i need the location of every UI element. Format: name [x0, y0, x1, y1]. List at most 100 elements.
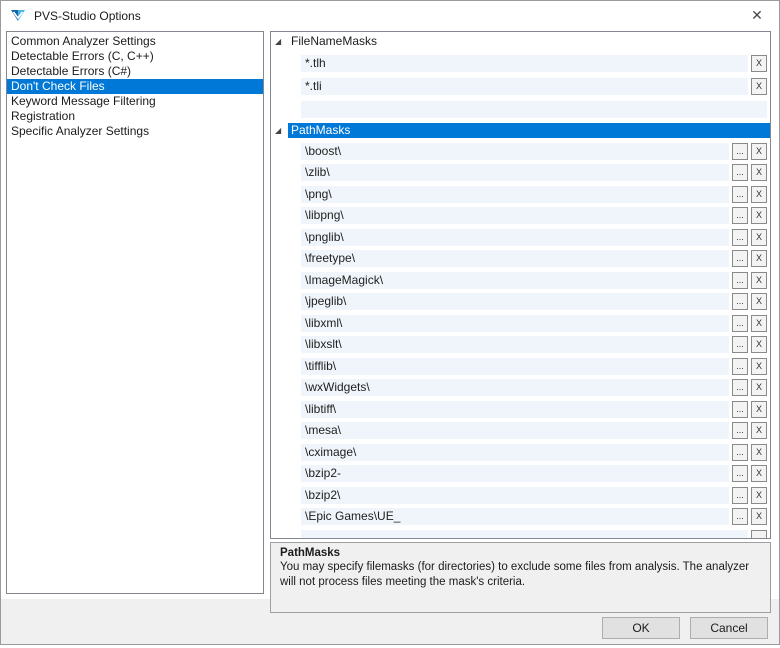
browse-button[interactable]: ...	[732, 358, 748, 375]
remove-mask-button[interactable]: X	[751, 186, 767, 203]
mask-value-field[interactable]	[301, 530, 748, 540]
cancel-button[interactable]: Cancel	[690, 617, 768, 639]
browse-button[interactable]: ...	[732, 315, 748, 332]
sidebar-item[interactable]: Detectable Errors (C#)	[7, 64, 263, 79]
mask-value-field[interactable]: \png\	[301, 186, 729, 203]
browse-button[interactable]: ...	[732, 143, 748, 160]
remove-mask-button[interactable]: X	[751, 358, 767, 375]
browse-button[interactable]: ...	[732, 272, 748, 289]
mask-value-field[interactable]: \bzip2\	[301, 487, 729, 504]
mask-value-field[interactable]: \Epic Games\UE_	[301, 508, 729, 525]
remove-mask-button[interactable]: X	[751, 78, 767, 95]
mask-value-field[interactable]: \ImageMagick\	[301, 272, 729, 289]
collapse-triangle-icon[interactable]: ◢	[273, 123, 288, 138]
mask-value-field[interactable]: \bzip2-	[301, 465, 729, 482]
description-body: You may specify filemasks (for directori…	[280, 560, 761, 590]
remove-mask-button[interactable]: X	[751, 422, 767, 439]
mask-row: \libxslt\...X	[301, 336, 767, 353]
remove-mask-button[interactable]: X	[751, 487, 767, 504]
window-title: PVS-Studio Options	[34, 9, 141, 23]
mask-row: \cximage\...X	[301, 444, 767, 461]
browse-button[interactable]: ...	[732, 186, 748, 203]
group-label: PathMasks	[288, 123, 770, 138]
description-panel: PathMasks You may specify filemasks (for…	[270, 542, 771, 613]
mask-value-field[interactable]: \libpng\	[301, 207, 729, 224]
browse-button[interactable]: ...	[732, 164, 748, 181]
mask-row: \pnglib\...X	[301, 229, 767, 246]
group-header[interactable]: ◢PathMasks	[273, 123, 770, 138]
browse-button[interactable]: ...	[732, 401, 748, 418]
remove-mask-button[interactable]: X	[751, 272, 767, 289]
mask-value-field[interactable]: *.tlh	[301, 55, 748, 72]
mask-row: \mesa\...X	[301, 422, 767, 439]
mask-row: ...	[301, 530, 767, 540]
mask-value-field[interactable]: \boost\	[301, 143, 729, 160]
remove-mask-button[interactable]: X	[751, 229, 767, 246]
browse-button[interactable]: ...	[732, 379, 748, 396]
browse-button[interactable]: ...	[732, 422, 748, 439]
title-bar[interactable]: PVS-Studio Options ✕	[1, 1, 779, 30]
sidebar-item[interactable]: Detectable Errors (C, C++)	[7, 49, 263, 64]
browse-button[interactable]: ...	[732, 444, 748, 461]
mask-value-field[interactable]: \jpeglib\	[301, 293, 729, 310]
browse-button[interactable]: ...	[732, 229, 748, 246]
remove-mask-button[interactable]: X	[751, 207, 767, 224]
sidebar-item[interactable]: Registration	[7, 109, 263, 124]
remove-mask-button[interactable]: X	[751, 508, 767, 525]
mask-row: \jpeglib\...X	[301, 293, 767, 310]
pvs-studio-options-dialog: PVS-Studio Options ✕ Common Analyzer Set…	[0, 0, 780, 645]
remove-mask-button[interactable]: X	[751, 336, 767, 353]
browse-button[interactable]: ...	[751, 530, 767, 540]
browse-button[interactable]: ...	[732, 336, 748, 353]
remove-mask-button[interactable]: X	[751, 401, 767, 418]
group-header[interactable]: ◢FileNameMasks	[273, 34, 770, 49]
browse-button[interactable]: ...	[732, 207, 748, 224]
sidebar-item[interactable]: Specific Analyzer Settings	[7, 124, 263, 139]
browse-button[interactable]: ...	[732, 293, 748, 310]
mask-value-field[interactable]: *.tli	[301, 78, 748, 95]
mask-row: \png\...X	[301, 186, 767, 203]
mask-value-field[interactable]	[301, 101, 767, 118]
mask-value-field[interactable]: \pnglib\	[301, 229, 729, 246]
ok-button[interactable]: OK	[602, 617, 680, 639]
close-icon[interactable]: ✕	[735, 1, 779, 30]
remove-mask-button[interactable]: X	[751, 444, 767, 461]
mask-row: \wxWidgets\...X	[301, 379, 767, 396]
mask-value-field[interactable]: \freetype\	[301, 250, 729, 267]
browse-button[interactable]: ...	[732, 487, 748, 504]
sidebar-item[interactable]: Don't Check Files	[7, 79, 263, 94]
mask-value-field[interactable]: \cximage\	[301, 444, 729, 461]
mask-value-field[interactable]: \mesa\	[301, 422, 729, 439]
remove-mask-button[interactable]: X	[751, 315, 767, 332]
mask-value-field[interactable]: \libtiff\	[301, 401, 729, 418]
sidebar-item[interactable]: Keyword Message Filtering	[7, 94, 263, 109]
mask-row: \bzip2\...X	[301, 487, 767, 504]
browse-button[interactable]: ...	[732, 508, 748, 525]
mask-value-field[interactable]: \libxml\	[301, 315, 729, 332]
mask-value-field[interactable]: \zlib\	[301, 164, 729, 181]
remove-mask-button[interactable]: X	[751, 164, 767, 181]
remove-mask-button[interactable]: X	[751, 293, 767, 310]
mask-row: \zlib\...X	[301, 164, 767, 181]
mask-value-field[interactable]: \libxslt\	[301, 336, 729, 353]
mask-row: \ImageMagick\...X	[301, 272, 767, 289]
mask-row: \libpng\...X	[301, 207, 767, 224]
remove-mask-button[interactable]: X	[751, 379, 767, 396]
mask-value-field[interactable]: \wxWidgets\	[301, 379, 729, 396]
remove-mask-button[interactable]: X	[751, 465, 767, 482]
mask-value-field[interactable]: \tifflib\	[301, 358, 729, 375]
mask-row: \Epic Games\UE_...X	[301, 508, 767, 525]
mask-row: *.tliX	[301, 78, 767, 95]
masks-grid: ◢FileNameMasks*.tlhX*.tliX◢PathMasks\boo…	[270, 31, 771, 539]
collapse-triangle-icon[interactable]: ◢	[273, 34, 288, 49]
browse-button[interactable]: ...	[732, 465, 748, 482]
browse-button[interactable]: ...	[732, 250, 748, 267]
remove-mask-button[interactable]: X	[751, 143, 767, 160]
description-title: PathMasks	[280, 547, 761, 559]
sidebar-item[interactable]: Common Analyzer Settings	[7, 34, 263, 49]
mask-row: \bzip2-...X	[301, 465, 767, 482]
remove-mask-button[interactable]: X	[751, 55, 767, 72]
pvs-studio-logo-icon	[10, 8, 26, 24]
mask-row: \libxml\...X	[301, 315, 767, 332]
remove-mask-button[interactable]: X	[751, 250, 767, 267]
